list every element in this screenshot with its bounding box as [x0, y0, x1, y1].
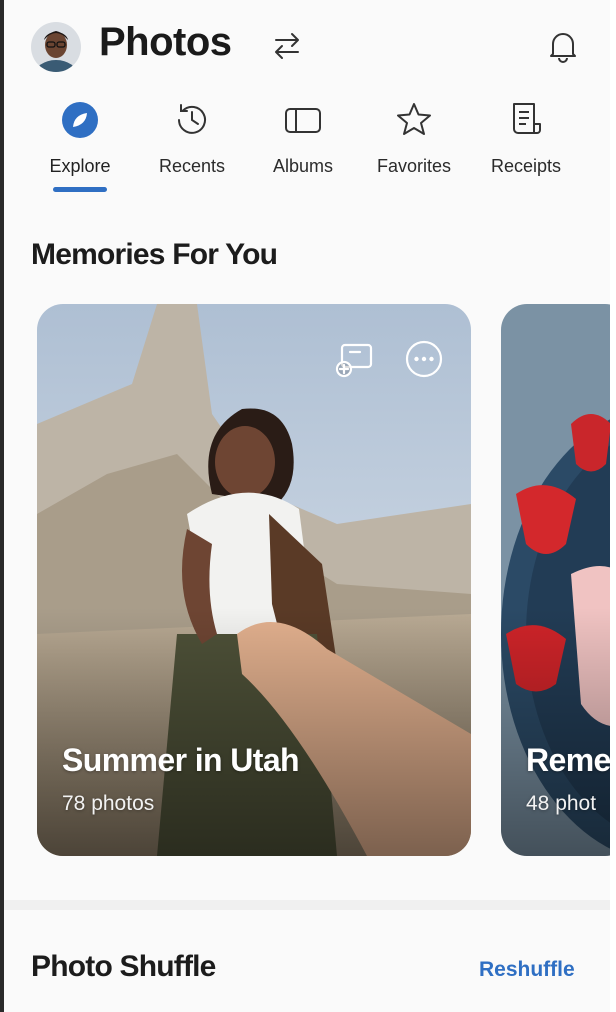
section-divider [4, 900, 610, 910]
window-edge [610, 0, 616, 1012]
photos-app: Photos Explore Recents Albums Favorites … [4, 0, 610, 1012]
memory-title: Summer in Utah [62, 742, 300, 778]
avatar[interactable] [31, 22, 81, 72]
reshuffle-button[interactable]: Reshuffle [479, 958, 575, 982]
album-icon [283, 100, 323, 140]
tab-label: Explore [49, 156, 111, 176]
receipt-icon [506, 100, 546, 140]
section-title-memories: Memories For You [31, 238, 278, 271]
tab-albums[interactable]: Albums [253, 96, 353, 192]
tab-recents[interactable]: Recents [142, 96, 242, 192]
active-tab-indicator [53, 187, 107, 192]
tab-label: Favorites [376, 156, 452, 176]
tab-receipts[interactable]: Receipts [476, 96, 576, 192]
tab-label: Receipts [490, 156, 562, 176]
page-title: Photos [99, 20, 232, 64]
section-title-photo-shuffle: Photo Shuffle [31, 950, 216, 983]
memory-card[interactable]: Reme 48 phot [501, 304, 610, 856]
memory-card[interactable]: Summer in Utah 78 photos [37, 304, 471, 856]
memory-count: 78 photos [62, 792, 155, 815]
tab-label: Albums [272, 156, 334, 176]
tab-explore[interactable]: Explore [30, 96, 130, 192]
star-icon [394, 100, 434, 140]
memory-count: 48 phot [526, 792, 597, 815]
memory-title: Reme [526, 742, 610, 778]
tab-favorites[interactable]: Favorites [364, 96, 464, 192]
history-clock-icon [172, 100, 212, 140]
compass-icon [60, 100, 100, 140]
bell-icon[interactable] [544, 27, 582, 65]
switch-arrows-icon[interactable] [269, 28, 305, 64]
tab-label: Recents [158, 156, 226, 176]
add-to-album-icon[interactable] [333, 338, 375, 380]
more-options-icon[interactable] [403, 338, 445, 380]
